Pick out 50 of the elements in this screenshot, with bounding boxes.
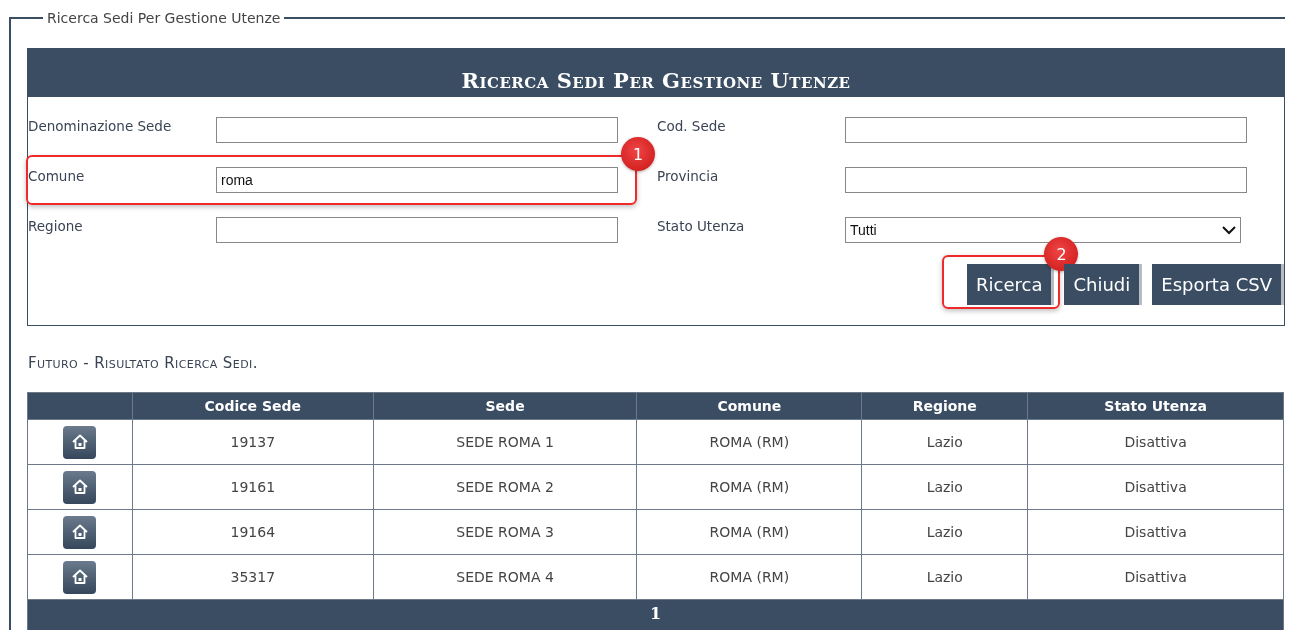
input-field[interactable] <box>845 117 1247 143</box>
table-cell: ROMA (RM) <box>636 509 862 555</box>
field-label: Stato Utenza <box>657 217 746 234</box>
chevron-down-icon <box>1222 225 1236 235</box>
table-cell: SEDE ROMA 4 <box>373 554 637 600</box>
section-title: Futuro - Risultato Ricerca Sedi. <box>28 354 259 372</box>
action-button[interactable]: Ricerca <box>967 264 1055 305</box>
callout-badge: 1 <box>621 137 655 171</box>
action-button[interactable]: Esporta CSV <box>1152 264 1284 305</box>
table-cell: Disattiva <box>1027 464 1284 510</box>
input-field[interactable]: roma <box>216 167 618 193</box>
column-header: Codice Sede <box>132 392 374 420</box>
table-cell: SEDE ROMA 2 <box>373 464 637 510</box>
table-cell: SEDE ROMA 3 <box>373 509 637 555</box>
input-field[interactable] <box>845 167 1247 193</box>
fieldset-legend: Ricerca Sedi Per Gestione Utenze <box>43 12 285 26</box>
table-cell: 35317 <box>132 554 374 600</box>
table-cell: 19137 <box>132 419 374 465</box>
page-link[interactable]: 1 <box>649 604 662 623</box>
table-cell: ROMA (RM) <box>636 554 862 600</box>
field-label: Denominazione Sede <box>28 117 173 134</box>
table-cell: 19161 <box>132 464 374 510</box>
field-label: Comune <box>28 167 86 184</box>
table-cell: SEDE ROMA 1 <box>373 419 637 465</box>
table-cell: ROMA (RM) <box>636 419 862 465</box>
table-cell: Lazio <box>861 464 1028 510</box>
panel-title: Ricerca Sedi Per Gestione Utenze <box>461 67 851 95</box>
action-button[interactable]: Chiudi <box>1064 264 1143 305</box>
column-header: Sede <box>373 392 637 420</box>
home-button[interactable] <box>63 560 97 594</box>
home-button[interactable] <box>63 515 97 549</box>
field-label: Cod. Sede <box>657 117 727 134</box>
select-field[interactable]: Tutti <box>845 217 1241 243</box>
table-cell: Lazio <box>861 554 1028 600</box>
home-button[interactable] <box>63 425 97 459</box>
input-field[interactable] <box>216 117 618 143</box>
table-cell: Lazio <box>861 419 1028 465</box>
table-cell: Lazio <box>861 509 1028 555</box>
table-cell: Disattiva <box>1027 554 1284 600</box>
field-label: Regione <box>28 217 84 234</box>
home-button[interactable] <box>63 470 97 504</box>
field-label: Provincia <box>657 167 720 184</box>
table-cell: Disattiva <box>1027 419 1284 465</box>
table-cell: 19164 <box>132 509 374 555</box>
column-header: Regione <box>861 392 1028 420</box>
table-cell: ROMA (RM) <box>636 464 862 510</box>
table-cell: Disattiva <box>1027 509 1284 555</box>
input-field[interactable] <box>216 217 618 243</box>
column-header: Stato Utenza <box>1027 392 1284 420</box>
column-header: Comune <box>636 392 862 420</box>
